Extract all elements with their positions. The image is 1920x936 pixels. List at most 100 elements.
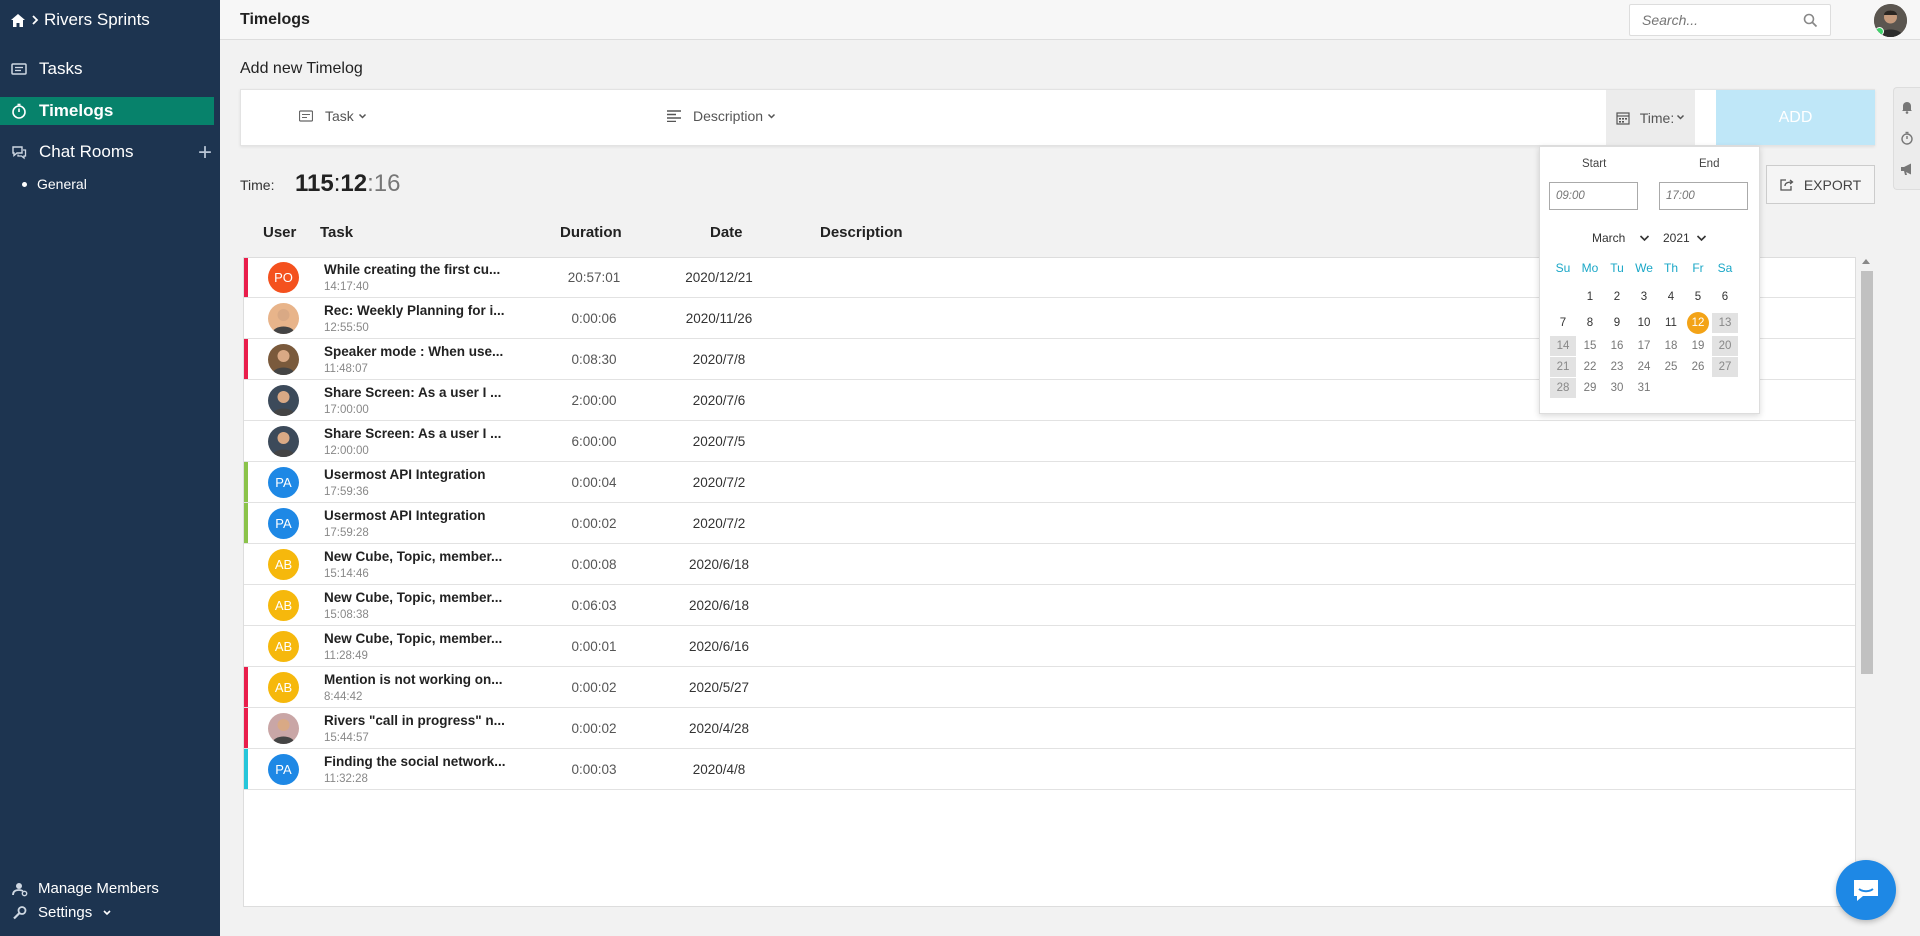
task-title[interactable]: Share Screen: As a user I ... [324,385,524,400]
calendar-day[interactable]: 11 [1658,313,1684,333]
task-title[interactable]: Rec: Weekly Planning for i... [324,303,524,318]
calendar-day[interactable]: 4 [1658,287,1684,307]
calendar-day[interactable]: 8 [1577,313,1603,333]
calendar-day[interactable]: 7 [1550,313,1576,333]
calendar-day[interactable]: 30 [1604,378,1630,398]
start-time-input[interactable] [1549,182,1638,210]
column-header-description[interactable]: Description [820,224,903,241]
table-row[interactable]: PA Finding the social network... 11:32:28 0… [244,749,1855,790]
table-row[interactable]: Share Screen: As a user I ... 12:00:00 6:0… [244,421,1855,462]
weekday-label: We [1635,261,1653,275]
task-title[interactable]: Usermost API Integration [324,467,524,482]
project-breadcrumb[interactable]: Rivers Sprints [0,0,220,40]
calendar-day[interactable]: 24 [1631,357,1657,377]
calendar-day[interactable]: 31 [1631,378,1657,398]
task-title[interactable]: While creating the first cu... [324,262,524,277]
export-label: EXPORT [1803,176,1862,193]
add-chat-room-button[interactable]: + [198,141,212,165]
table-row[interactable]: AB New Cube, Topic, member... 15:14:46 0:00… [244,544,1855,585]
task-title[interactable]: Usermost API Integration [324,508,524,523]
task-title[interactable]: Finding the social network... [324,754,524,769]
duration-cell: 0:00:08 [571,557,617,572]
card-icon [299,110,313,122]
table-scrollbar-thumb[interactable] [1861,271,1873,674]
description-selector[interactable]: Description [667,108,776,124]
avatar-photo [272,350,295,375]
avatar-photo [272,391,295,416]
calendar-day[interactable]: 22 [1577,357,1603,377]
table-row[interactable]: Rivers "call in progress" n... 15:44:57 0:… [244,708,1855,749]
month-select[interactable]: March [1592,231,1650,245]
calendar-day[interactable]: 26 [1685,357,1711,377]
manage-members-link[interactable]: Manage Members [12,880,159,897]
calendar-day[interactable]: 1 [1577,287,1603,307]
time-selector[interactable]: Time: [1606,90,1695,145]
task-time: 8:44:42 [324,691,363,703]
calendar-day[interactable]: 25 [1658,357,1684,377]
table-row[interactable]: PA Usermost API Integration 17:59:36 0:00:0… [244,462,1855,503]
megaphone-icon[interactable] [1900,162,1914,176]
table-row[interactable]: PA Usermost API Integration 17:59:28 0:00:0… [244,503,1855,544]
duration-cell: 2:00:00 [571,393,617,408]
calendar-day[interactable]: 20 [1712,336,1738,356]
calendar-day[interactable]: 28 [1550,378,1576,398]
table-row[interactable]: AB New Cube, Topic, member... 11:28:49 0:00… [244,626,1855,667]
task-title[interactable]: New Cube, Topic, member... [324,549,524,564]
scroll-up-arrow[interactable] [1862,259,1870,264]
task-title[interactable]: New Cube, Topic, member... [324,631,524,646]
calendar-day[interactable]: 23 [1604,357,1630,377]
search-input[interactable] [1642,12,1792,28]
sidebar-item-chat-rooms[interactable]: Chat Rooms [0,138,214,166]
chat-support-button[interactable] [1836,860,1896,920]
table-row[interactable]: AB Mention is not working on... 8:44:42 0:0… [244,667,1855,708]
year-select[interactable]: 2021 [1663,231,1707,245]
calendar-day[interactable]: 15 [1577,336,1603,356]
calendar-day[interactable]: 9 [1604,313,1630,333]
column-header-user[interactable]: User [263,224,296,241]
bell-icon[interactable] [1900,100,1914,114]
search-icon[interactable] [1803,13,1818,28]
calendar-day[interactable]: 27 [1712,357,1738,377]
stopwatch-icon[interactable] [1900,131,1914,145]
chat-room-general[interactable]: General [22,176,87,192]
project-name: Rivers Sprints [44,10,150,29]
end-time-input[interactable] [1659,182,1748,210]
calendar-day[interactable]: 2 [1604,287,1630,307]
column-header-date[interactable]: Date [710,224,743,241]
search-box[interactable] [1629,4,1831,36]
calendar-day[interactable]: 17 [1631,336,1657,356]
calendar-day[interactable]: 29 [1577,378,1603,398]
avatar: AB [268,631,299,662]
column-header-duration[interactable]: Duration [560,224,622,241]
table-row[interactable]: AB New Cube, Topic, member... 15:08:38 0:06… [244,585,1855,626]
settings-link[interactable]: Settings [12,904,112,921]
sidebar-item-timelogs[interactable]: Timelogs [0,97,214,125]
column-header-task[interactable]: Task [320,224,353,241]
calendar-day[interactable]: 3 [1631,287,1657,307]
align-left-icon [667,110,681,122]
task-time: 17:59:28 [324,527,369,539]
calendar-day[interactable]: 10 [1631,313,1657,333]
task-selector[interactable]: Task [299,108,367,124]
add-timelog-button[interactable]: ADD [1716,90,1875,145]
sidebar-item-tasks[interactable]: Tasks [0,55,214,83]
task-title[interactable]: Rivers "call in progress" n... [324,713,524,728]
calendar-day[interactable]: 13 [1712,313,1738,333]
status-stripe [244,749,248,789]
calendar-day[interactable]: 6 [1712,287,1738,307]
calendar-day[interactable]: 12 [1687,312,1709,334]
calendar-day[interactable]: 19 [1685,336,1711,356]
task-title[interactable]: Mention is not working on... [324,672,524,687]
calendar-day[interactable]: 5 [1685,287,1711,307]
add-timelog-bar: Task Description Time: ADD [240,89,1875,146]
task-title[interactable]: Share Screen: As a user I ... [324,426,524,441]
task-time: 17:59:36 [324,486,369,498]
task-title[interactable]: New Cube, Topic, member... [324,590,524,605]
calendar-day[interactable]: 21 [1550,357,1576,377]
calendar-day[interactable]: 16 [1604,336,1630,356]
calendar-day[interactable]: 14 [1550,336,1576,356]
user-avatar[interactable] [1874,4,1907,37]
task-title[interactable]: Speaker mode : When use... [324,344,524,359]
calendar-day[interactable]: 18 [1658,336,1684,356]
export-button[interactable]: EXPORT [1766,165,1875,204]
